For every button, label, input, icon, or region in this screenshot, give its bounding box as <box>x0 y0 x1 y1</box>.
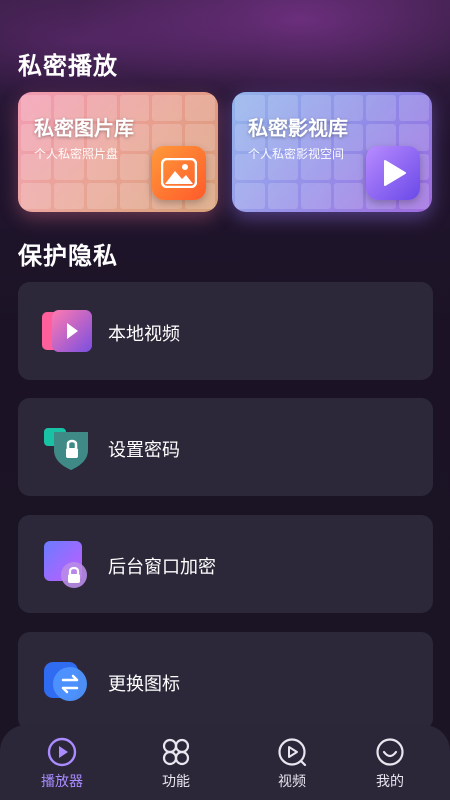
feature-label-local-video: 本地视频 <box>108 324 180 345</box>
shield-lock-icon <box>40 422 94 472</box>
video-library-title: 私密影视库 <box>248 116 348 140</box>
private-video-library-card[interactable]: 私密影视库 个人私密影视空间 <box>232 92 432 212</box>
profile-icon <box>375 737 405 767</box>
photo-library-subtitle: 个人私密照片盘 <box>34 147 119 161</box>
tab-label-video: 视频 <box>278 774 306 790</box>
feature-set-password[interactable]: 设置密码 <box>18 398 433 496</box>
feature-local-video[interactable]: 本地视频 <box>18 282 433 380</box>
bottom-tab-bar: 播放器 功能 视频 我的 <box>0 725 450 800</box>
feature-change-icon[interactable]: 更换图标 <box>18 632 433 730</box>
feature-background-window-encrypt[interactable]: 后台窗口加密 <box>18 515 433 613</box>
tab-video[interactable]: 视频 <box>252 725 332 800</box>
tab-player[interactable]: 播放器 <box>22 725 102 800</box>
section-title-private-play: 私密播放 <box>18 52 118 80</box>
swap-icon <box>40 656 94 706</box>
tab-label-player: 播放器 <box>41 774 83 790</box>
video-library-subtitle: 个人私密影视空间 <box>248 147 345 161</box>
tab-mine[interactable]: 我的 <box>350 725 430 800</box>
tab-label-mine: 我的 <box>376 774 404 790</box>
photo-library-title: 私密图片库 <box>34 116 134 140</box>
feature-label-set-password: 设置密码 <box>108 440 180 461</box>
play-icon <box>366 146 420 200</box>
image-icon <box>152 146 206 200</box>
feature-label-background-window-encrypt: 后台窗口加密 <box>108 557 216 578</box>
window-lock-icon <box>40 539 94 589</box>
player-icon <box>47 737 77 767</box>
section-title-protect-privacy: 保护隐私 <box>18 242 118 270</box>
private-photo-library-card[interactable]: 私密图片库 个人私密照片盘 <box>18 92 218 212</box>
grid-icon <box>161 737 191 767</box>
video-icon <box>277 737 307 767</box>
local-video-icon <box>40 306 94 356</box>
tab-label-function: 功能 <box>162 774 190 790</box>
feature-label-change-icon: 更换图标 <box>108 674 180 695</box>
tab-function[interactable]: 功能 <box>136 725 216 800</box>
